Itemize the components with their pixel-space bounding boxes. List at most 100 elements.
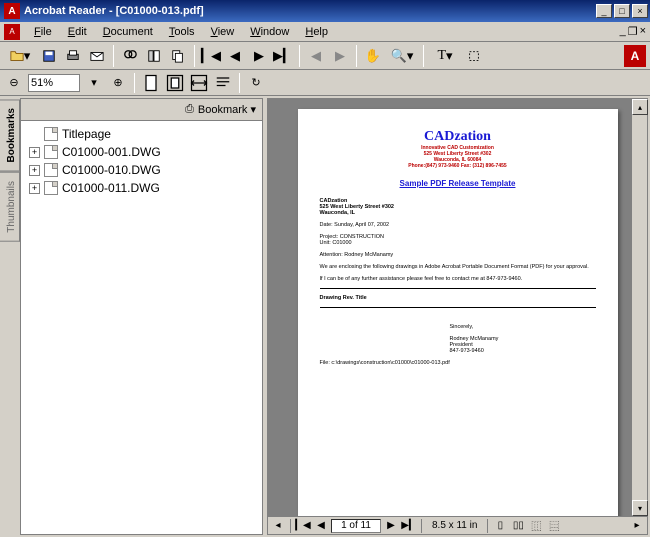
- pdf-project: Project: CONSTRUCTION Unit: C01000: [320, 234, 596, 246]
- toolbar-separator: [134, 73, 135, 93]
- nav-pane-button[interactable]: [143, 45, 165, 67]
- expand-icon[interactable]: +: [29, 147, 40, 158]
- bookmark-item[interactable]: Titlepage: [23, 125, 260, 143]
- expand-icon[interactable]: +: [29, 183, 40, 194]
- page-icon: [44, 145, 58, 159]
- pdf-attention: Attention: Rodney McManamy: [320, 252, 596, 258]
- single-page-view[interactable]: ▯: [492, 519, 508, 533]
- bookmark-label: C01000-011.DWG: [62, 181, 160, 195]
- toolbar-separator: [194, 45, 195, 67]
- zoom-tool-button[interactable]: 🔍▾: [386, 45, 418, 67]
- first-page-button[interactable]: ▎◀: [200, 45, 222, 67]
- toolbar-separator: [299, 45, 300, 67]
- pdf-signature: Sincerely, Rodney McManamy President 847…: [450, 324, 596, 354]
- print-button[interactable]: [62, 45, 84, 67]
- actual-size-button[interactable]: [141, 73, 161, 93]
- zoom-input[interactable]: [28, 74, 80, 92]
- pdf-rule: [320, 288, 596, 289]
- zoom-in-button[interactable]: ⊕: [108, 73, 128, 93]
- pdf-body: We are enclosing the following drawings …: [320, 264, 596, 270]
- graphics-select-tool[interactable]: [463, 45, 485, 67]
- continuous-view[interactable]: ▯▯: [510, 519, 526, 533]
- panel-options-icon[interactable]: ⎙: [185, 103, 194, 116]
- side-tabs: Bookmarks Thumbnails: [0, 96, 20, 537]
- next-view-button[interactable]: ▶: [329, 45, 351, 67]
- pdf-file: File: c:\drawings\construction\c01000\c0…: [320, 360, 596, 366]
- titlebar: A Acrobat Reader - [C01000-013.pdf] _ □ …: [0, 0, 650, 22]
- facing-view[interactable]: ⿲: [528, 519, 544, 533]
- pdf-table-header: Drawing Rev. Title: [320, 295, 596, 301]
- bookmarks-tree: Titlepage + C01000-001.DWG + C01000-010.…: [21, 121, 262, 534]
- next-page-button[interactable]: ▶: [248, 45, 270, 67]
- menu-tools[interactable]: Tools: [161, 24, 203, 40]
- fit-width-button[interactable]: [189, 73, 209, 93]
- status-prev-page[interactable]: ◀: [313, 519, 329, 533]
- hand-tool-button[interactable]: ✋: [362, 45, 384, 67]
- pdf-addr-block: CADzation 525 West Liberty Street #302 W…: [320, 198, 596, 216]
- toolbar-separator: [423, 45, 424, 67]
- continuous-facing-view[interactable]: ⿳: [546, 519, 562, 533]
- window-buttons: _ □ ×: [596, 4, 648, 18]
- menu-view[interactable]: View: [203, 24, 243, 40]
- fit-page-button[interactable]: [165, 73, 185, 93]
- page-indicator[interactable]: 1 of 11: [331, 519, 381, 533]
- open-button[interactable]: ▾: [4, 45, 36, 67]
- doc-minimize-button[interactable]: _: [620, 25, 626, 39]
- tab-thumbnails[interactable]: Thumbnails: [0, 172, 20, 242]
- minimize-button[interactable]: _: [596, 4, 612, 18]
- bookmark-label: C01000-001.DWG: [62, 145, 161, 159]
- pdf-phone: Phone:(847) 973-9460 Fax: (312) 896-7455: [320, 163, 596, 169]
- prev-view-button[interactable]: ◀: [305, 45, 327, 67]
- document-statusbar: ◂ ▎◀ ◀ 1 of 11 ▶ ▶▎ 8.5 x 11 in ▯ ▯▯ ⿲ ⿳…: [268, 516, 647, 534]
- prev-page-button[interactable]: ◀: [224, 45, 246, 67]
- doc-restore-button[interactable]: ❐: [628, 25, 638, 39]
- toolbar-zoom: ⊖ ▾ ⊕ ↻: [0, 70, 650, 96]
- doc-close-button[interactable]: ×: [640, 25, 646, 39]
- page-icon: [44, 127, 58, 141]
- scroll-up-icon[interactable]: ▴: [632, 99, 648, 115]
- expand-icon[interactable]: +: [29, 165, 40, 176]
- menu-help[interactable]: Help: [297, 24, 336, 40]
- menu-edit[interactable]: Edit: [60, 24, 95, 40]
- rotate-button[interactable]: ↻: [246, 73, 266, 93]
- close-button[interactable]: ×: [632, 4, 648, 18]
- scroll-right-icon[interactable]: ▸: [629, 519, 645, 533]
- acrobat-app-icon: A: [4, 3, 20, 19]
- menubar: A File Edit Document Tools View Window H…: [0, 22, 650, 42]
- pdf-brand: CADzation: [320, 129, 596, 145]
- status-first-page[interactable]: ▎◀: [295, 519, 311, 533]
- mail-button[interactable]: [86, 45, 108, 67]
- document-viewport[interactable]: CADzation Innovative CAD Customization 5…: [268, 99, 647, 516]
- vertical-scrollbar[interactable]: ▴ ▾: [631, 99, 647, 516]
- save-copy-button[interactable]: [38, 45, 60, 67]
- bookmark-item[interactable]: + C01000-011.DWG: [23, 179, 260, 197]
- document-area: CADzation Innovative CAD Customization 5…: [267, 98, 648, 535]
- maximize-button[interactable]: □: [614, 4, 630, 18]
- page-dimensions: 8.5 x 11 in: [426, 520, 483, 531]
- menu-document[interactable]: Document: [95, 24, 161, 40]
- status-next-page[interactable]: ▶: [383, 519, 399, 533]
- document-menu-icon[interactable]: A: [4, 24, 20, 40]
- text-select-tool[interactable]: T▾: [429, 45, 461, 67]
- panel-dropdown[interactable]: Bookmark ▾: [198, 103, 256, 116]
- pdf-date: Date: Sunday, April 07, 2002: [320, 222, 596, 228]
- scroll-left-icon[interactable]: ◂: [270, 519, 286, 533]
- menu-window[interactable]: Window: [242, 24, 297, 40]
- bookmark-label: C01000-010.DWG: [62, 163, 161, 177]
- zoom-dropdown[interactable]: ▾: [84, 73, 104, 93]
- find-button[interactable]: [119, 45, 141, 67]
- bookmarks-panel: ⎙ Bookmark ▾ Titlepage + C01000-001.DWG …: [20, 98, 263, 535]
- tab-bookmarks[interactable]: Bookmarks: [0, 99, 20, 171]
- bookmark-label: Titlepage: [62, 127, 111, 141]
- page-icon: [44, 181, 58, 195]
- reflow-button[interactable]: [213, 73, 233, 93]
- bookmark-item[interactable]: + C01000-001.DWG: [23, 143, 260, 161]
- menu-file[interactable]: File: [26, 24, 60, 40]
- bookmark-item[interactable]: + C01000-010.DWG: [23, 161, 260, 179]
- scroll-down-icon[interactable]: ▾: [632, 500, 648, 516]
- toolbar-separator: [239, 73, 240, 93]
- zoom-out-button[interactable]: ⊖: [4, 73, 24, 93]
- status-last-page[interactable]: ▶▎: [401, 519, 417, 533]
- copy-button[interactable]: [167, 45, 189, 67]
- last-page-button[interactable]: ▶▎: [272, 45, 294, 67]
